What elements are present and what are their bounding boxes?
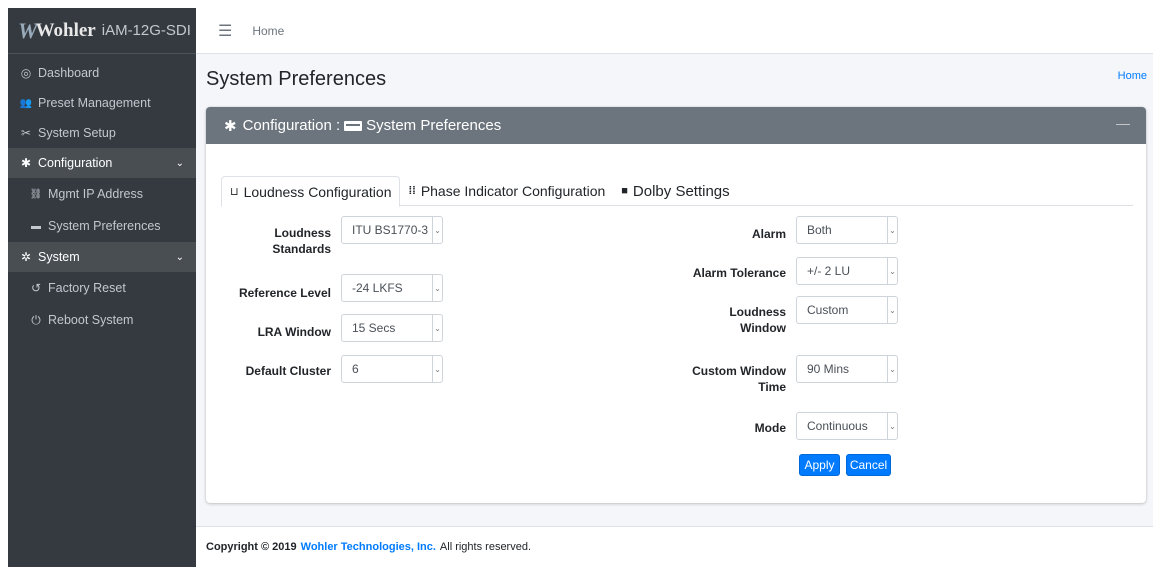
custom-window-time-label: Custom Window Time xyxy=(692,364,786,394)
sidebar-item-label: System Preferences xyxy=(48,219,161,233)
select-value: 6 xyxy=(352,362,359,376)
alarm-label: Alarm xyxy=(751,227,786,241)
sidebar-item-system-preferences[interactable]: ▬ System Preferences xyxy=(8,210,196,242)
card-header: ✱ Configuration : System Preferences — xyxy=(206,107,1146,144)
brand-model: iAM-12G-SDI xyxy=(101,22,191,39)
select-value: Continuous xyxy=(807,419,868,433)
sidebar-item-label: Reboot System xyxy=(48,313,134,327)
alarm-tolerance-label: Alarm Tolerance xyxy=(692,266,786,280)
cancel-button[interactable]: Cancel xyxy=(846,454,891,476)
mode-label: Mode xyxy=(754,421,786,435)
select-value: ITU BS1770-3 xyxy=(352,223,429,237)
select-value: Both xyxy=(807,223,832,237)
sidebar-item-system[interactable]: ✲ System ⌄ xyxy=(8,242,196,272)
brand[interactable]: W Wohler iAM-12G-SDI xyxy=(8,8,196,54)
chevron-down-icon: ⌄ xyxy=(175,157,184,169)
preferences-card: ✱ Configuration : System Preferences — ⊔… xyxy=(206,107,1146,503)
sidebar-item-system-setup[interactable]: ✂ System Setup xyxy=(8,118,196,148)
tab-dolby-settings[interactable]: ■ Dolby Settings xyxy=(613,176,737,206)
copyright-text: Copyright © 2019 xyxy=(206,541,297,553)
card-header-prefix: Configuration : xyxy=(242,117,341,134)
keyboard-icon xyxy=(344,120,363,131)
custom-window-time-select[interactable]: 90 Mins ⌄ xyxy=(796,355,898,383)
footer: Copyright © 2019 Wohler Technologies, In… xyxy=(196,526,1153,567)
cogs-icon: ✲ xyxy=(20,250,32,264)
users-icon: 👥 xyxy=(19,97,33,109)
select-value: +/- 2 LU xyxy=(807,264,851,278)
settings-tabs: ⊔ Loudness Configuration ⁞⁞ Phase Indica… xyxy=(221,176,1133,207)
reference-level-select[interactable]: -24 LKFS ⌄ xyxy=(341,274,443,302)
tab-label: Phase Indicator Configuration xyxy=(420,183,606,199)
lra-window-select[interactable]: 15 Secs ⌄ xyxy=(341,314,443,342)
menu-toggle-icon[interactable]: ☰ xyxy=(218,21,232,41)
sidebar-item-label: System xyxy=(38,250,80,264)
top-home-link[interactable]: Home xyxy=(252,24,284,38)
reference-level-label: Reference Level xyxy=(238,286,331,300)
sidebar-item-label: Mgmt IP Address xyxy=(48,187,143,201)
gear-icon: ✱ xyxy=(20,156,32,170)
sidebar-item-label: Preset Management xyxy=(38,96,151,110)
tab-label: Dolby Settings xyxy=(632,182,730,200)
chevron-down-icon: ⌄ xyxy=(887,413,897,439)
gear-icon: ✱ xyxy=(224,117,237,135)
sidebar-item-factory-reset[interactable]: ↺ Factory Reset xyxy=(8,272,196,304)
top-navbar: ☰ Home xyxy=(196,8,1153,54)
collapse-icon[interactable]: — xyxy=(1116,115,1130,131)
sidebar-item-reboot-system[interactable]: ⏻ Reboot System xyxy=(8,304,196,336)
sidebar-item-preset-management[interactable]: 👥 Preset Management xyxy=(8,88,196,118)
mode-select[interactable]: Continuous ⌄ xyxy=(796,412,898,440)
chevron-down-icon: ⌄ xyxy=(432,275,442,301)
select-value: -24 LKFS xyxy=(352,281,403,295)
chevron-down-icon: ⌄ xyxy=(887,258,897,284)
tools-icon: ✂ xyxy=(20,126,32,140)
alarm-tolerance-select[interactable]: +/- 2 LU ⌄ xyxy=(796,257,898,285)
chevron-down-icon: ⌄ xyxy=(887,297,897,323)
chevron-down-icon: ⌄ xyxy=(887,217,897,243)
select-value: 15 Secs xyxy=(352,321,396,335)
page-title: System Preferences xyxy=(206,68,387,90)
sidebar-item-label: Dashboard xyxy=(38,66,100,80)
loudness-standards-label: Loudness Standards xyxy=(272,226,331,256)
breadcrumb-home[interactable]: Home xyxy=(1118,70,1147,82)
chevron-down-icon: ⌄ xyxy=(432,356,442,382)
sidebar-item-label: System Setup xyxy=(38,126,116,140)
sidebar-item-label: Configuration xyxy=(38,156,113,170)
lra-window-label: LRA Window xyxy=(257,325,331,339)
card-header-suffix: System Preferences xyxy=(366,117,502,134)
company-link[interactable]: Wohler Technologies, Inc. xyxy=(301,541,436,553)
grid-icon: ⁞⁞ xyxy=(408,185,416,197)
loudness-standards-select[interactable]: ITU BS1770-3 ⌄ xyxy=(341,216,443,244)
sidebar-nav: ◎ Dashboard 👥 Preset Management ✂ System… xyxy=(8,54,196,336)
chart-area-icon: ⊔ xyxy=(230,186,239,198)
rights-text: All rights reserved. xyxy=(439,541,532,553)
loudness-window-label: Loudness Window xyxy=(729,305,786,335)
keyboard-icon: ▬ xyxy=(31,220,41,232)
network-icon: ⛓ xyxy=(29,188,43,200)
tab-label: Loudness Configuration xyxy=(243,183,392,200)
sidebar-item-mgmt-ip-address[interactable]: ⛓ Mgmt IP Address xyxy=(8,178,196,210)
dashboard-icon: ◎ xyxy=(20,66,32,80)
content-wrapper: System Preferences Home ✱ Configuration … xyxy=(196,54,1153,526)
dolby-icon: ■ xyxy=(621,185,628,197)
tab-phase-indicator-configuration[interactable]: ⁞⁞ Phase Indicator Configuration xyxy=(400,176,613,206)
default-cluster-select[interactable]: 6 ⌄ xyxy=(341,355,443,383)
power-icon: ⏻ xyxy=(31,312,41,327)
sidebar-item-configuration[interactable]: ✱ Configuration ⌄ xyxy=(8,148,196,178)
wohler-logo: W Wohler xyxy=(18,17,96,43)
chevron-down-icon: ⌄ xyxy=(432,315,442,341)
sidebar-item-label: Factory Reset xyxy=(48,281,126,295)
alarm-select[interactable]: Both ⌄ xyxy=(796,216,898,244)
chevron-down-icon: ⌄ xyxy=(432,217,442,243)
chevron-down-icon: ⌄ xyxy=(887,356,897,382)
select-value: 90 Mins xyxy=(807,362,850,376)
undo-icon: ↺ xyxy=(30,281,42,295)
loudness-window-select[interactable]: Custom ⌄ xyxy=(796,296,898,324)
sidebar-item-dashboard[interactable]: ◎ Dashboard xyxy=(8,58,196,88)
chevron-down-icon: ⌄ xyxy=(175,251,184,263)
tab-loudness-configuration[interactable]: ⊔ Loudness Configuration xyxy=(221,176,401,207)
select-value: Custom xyxy=(807,303,849,317)
default-cluster-label: Default Cluster xyxy=(245,364,331,378)
apply-button[interactable]: Apply xyxy=(799,454,840,476)
sidebar: W Wohler iAM-12G-SDI ◎ Dashboard 👥 Preset… xyxy=(8,8,196,567)
